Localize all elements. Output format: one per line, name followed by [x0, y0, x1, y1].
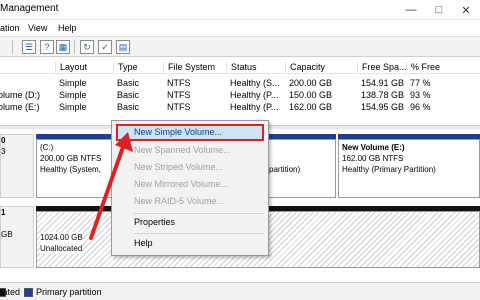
annotation-arrow [89, 132, 133, 240]
